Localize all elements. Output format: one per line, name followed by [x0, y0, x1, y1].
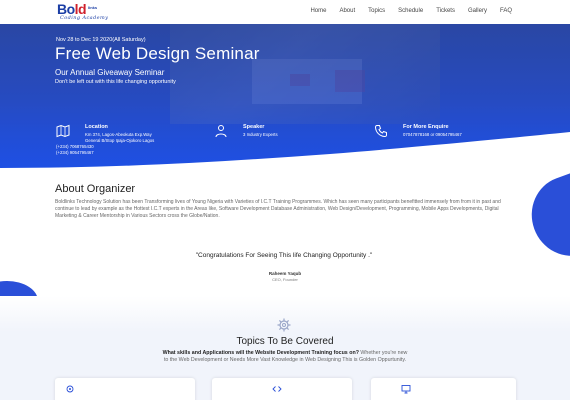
about-text: Boldlinks Technology Solution has been T… — [55, 199, 501, 220]
event-dates: Nov 28 to Dec 19 2020(All Saturday) — [56, 37, 146, 43]
nav-home[interactable]: Home — [310, 8, 326, 14]
logo-wordmark: Bold — [57, 1, 87, 17]
nav-about[interactable]: About — [339, 8, 355, 14]
main-nav: Home About Topics Schedule Tickets Galle… — [297, 8, 512, 14]
site-header: Bold links Coding Academy Home About Top… — [0, 0, 570, 24]
location-label: Location — [85, 124, 108, 130]
decorative-blob — [520, 165, 570, 267]
page: Bold links Coding Academy Home About Top… — [0, 0, 570, 400]
hero-title: Free Web Design Seminar — [55, 44, 260, 63]
topics-description: What skills and Applications will the We… — [162, 350, 408, 364]
hero-tagline: Don't be left out with this life changin… — [55, 79, 176, 85]
nav-topics[interactable]: Topics — [368, 8, 385, 14]
settings-icon — [65, 384, 75, 394]
gear-icon — [277, 318, 291, 332]
hero-subtitle: Our Annual Giveaway Seminar — [55, 68, 165, 77]
topic-card[interactable] — [55, 378, 195, 400]
logo-small-text: links — [88, 5, 98, 10]
nav-faq[interactable]: FAQ — [500, 8, 512, 14]
hero-banner: Nov 28 to Dec 19 2020(All Saturday) Free… — [0, 24, 570, 170]
topic-card[interactable] — [212, 378, 352, 400]
monitor-icon — [401, 384, 411, 394]
ceo-quote: "Congratulations For Seeing This life Ch… — [195, 252, 373, 259]
nav-schedule[interactable]: Schedule — [398, 8, 423, 14]
enquire-label: For More Enquire — [403, 124, 449, 130]
about-title: About Organizer — [55, 183, 136, 195]
code-icon — [272, 384, 282, 394]
nav-gallery[interactable]: Gallery — [468, 8, 487, 14]
topic-card[interactable] — [371, 378, 516, 400]
quote-role: CEO, Founder — [272, 277, 298, 282]
quote-author: Raheem Yaqub — [268, 271, 302, 276]
logo-subtitle: Coding Academy — [60, 15, 109, 21]
topics-question: What skills and Applications will the We… — [162, 350, 359, 356]
speaker-label: Speaker — [243, 124, 265, 130]
logo[interactable]: Bold links Coding Academy — [57, 2, 135, 22]
nav-tickets[interactable]: Tickets — [436, 8, 455, 14]
hero-wave — [0, 132, 570, 170]
topics-title: Topics To Be Covered — [236, 336, 334, 347]
